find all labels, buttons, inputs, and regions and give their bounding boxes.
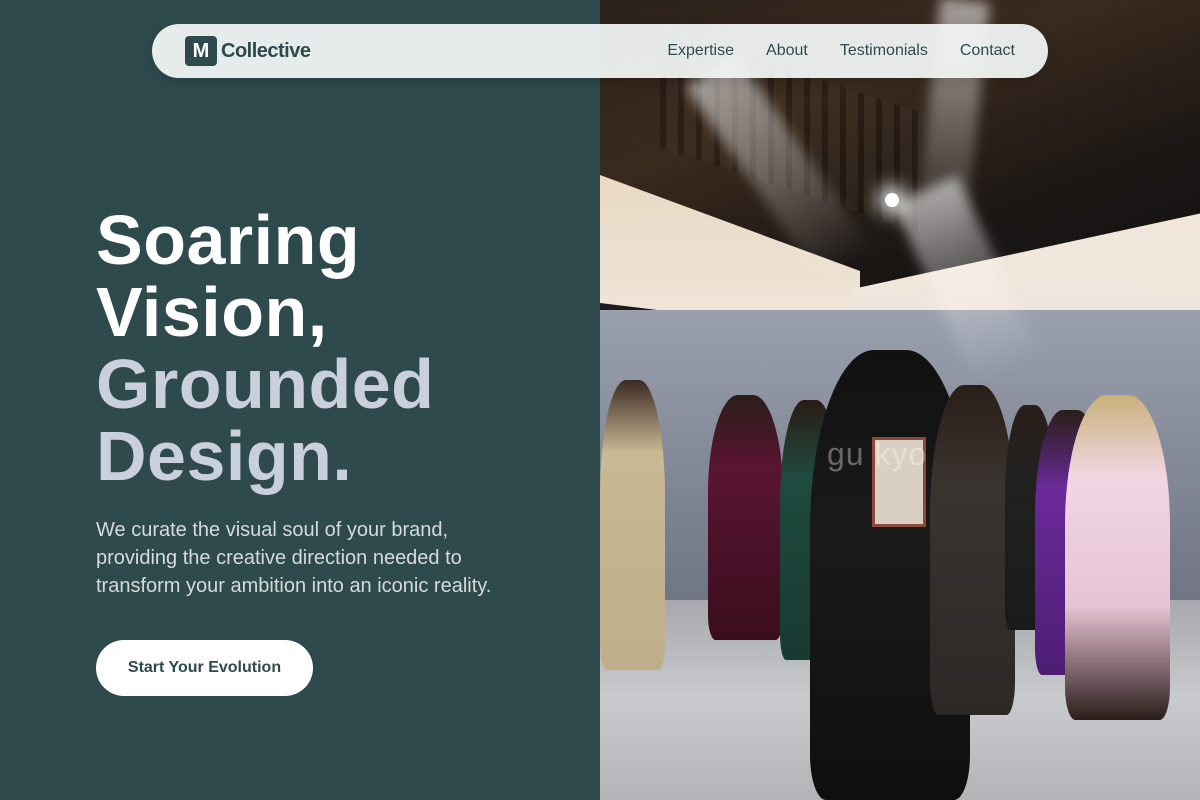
photo-watermark: gu kyo	[827, 436, 928, 472]
nav-link-contact[interactable]: Contact	[960, 42, 1015, 60]
top-nav: M Collective Expertise About Testimonial…	[152, 24, 1048, 78]
nav-links: Expertise About Testimonials Contact	[667, 42, 1015, 60]
start-evolution-button[interactable]: Start Your Evolution	[96, 640, 313, 696]
hero-photo: gu kyo	[600, 0, 1200, 800]
headline-line: Design.	[96, 417, 353, 495]
logo-icon: M	[185, 36, 217, 66]
person-figure	[1065, 395, 1170, 720]
headline-line: Vision,	[96, 273, 328, 351]
hero-subtitle: We curate the visual soul of your brand,…	[96, 519, 492, 597]
brand-name: Collective	[221, 39, 311, 62]
nav-link-testimonials[interactable]: Testimonials	[840, 42, 928, 60]
person-figure	[930, 385, 1015, 715]
hero-headline: Soaring Vision, Grounded Design.	[96, 204, 434, 492]
headline-line: Soaring	[96, 201, 361, 279]
headline-line: Grounded	[96, 345, 435, 423]
person-figure	[708, 395, 783, 640]
stage-lamp	[885, 193, 899, 207]
nav-link-expertise[interactable]: Expertise	[667, 42, 734, 60]
person-figure	[600, 380, 665, 670]
nav-link-about[interactable]: About	[766, 42, 808, 60]
brand-logo[interactable]: M Collective	[185, 36, 311, 66]
